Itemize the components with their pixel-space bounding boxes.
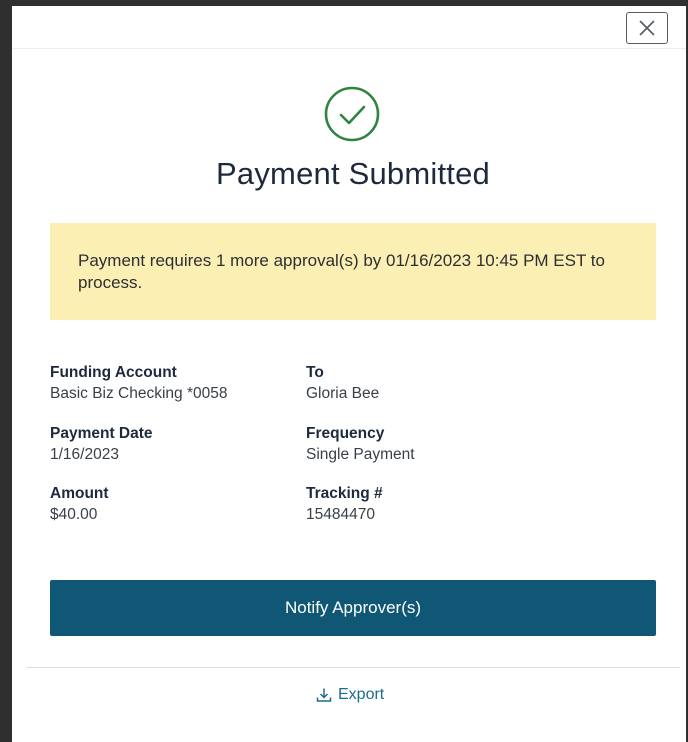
detail-funding-account: Funding Account Basic Biz Checking *0058 (50, 363, 300, 404)
detail-value: $40.00 (50, 506, 98, 523)
detail-label: Tracking # (306, 485, 383, 502)
detail-label: To (306, 364, 324, 381)
detail-label: Funding Account (50, 364, 177, 381)
approval-notice: Payment requires 1 more approval(s) by 0… (50, 223, 656, 320)
detail-amount: Amount $40.00 (50, 484, 300, 525)
detail-frequency: Frequency Single Payment (306, 424, 556, 465)
close-button[interactable] (626, 12, 668, 44)
download-icon (316, 688, 332, 702)
detail-value: Basic Biz Checking *0058 (50, 385, 228, 402)
detail-to: To Gloria Bee (306, 363, 556, 404)
detail-value: Single Payment (306, 446, 415, 463)
check-circle-icon (324, 86, 380, 142)
notify-approvers-button[interactable]: Notify Approver(s) (50, 580, 656, 636)
detail-value: 15484470 (306, 506, 375, 523)
payment-submitted-modal: Payment Submitted Payment requires 1 mor… (12, 6, 686, 742)
approval-notice-text: Payment requires 1 more approval(s) by 0… (78, 251, 605, 292)
export-label: Export (338, 686, 385, 703)
detail-label: Amount (50, 485, 109, 502)
close-icon (639, 20, 655, 36)
export-link[interactable]: Export (316, 684, 384, 706)
detail-value: Gloria Bee (306, 385, 380, 402)
page-title: Payment Submitted (216, 156, 490, 191)
detail-value: 1/16/2023 (50, 446, 119, 463)
detail-payment-date: Payment Date 1/16/2023 (50, 424, 300, 465)
detail-tracking: Tracking # 15484470 (306, 484, 556, 525)
footer-divider (26, 667, 680, 668)
detail-label: Payment Date (50, 425, 153, 442)
header-divider (12, 48, 686, 49)
detail-label: Frequency (306, 425, 385, 442)
